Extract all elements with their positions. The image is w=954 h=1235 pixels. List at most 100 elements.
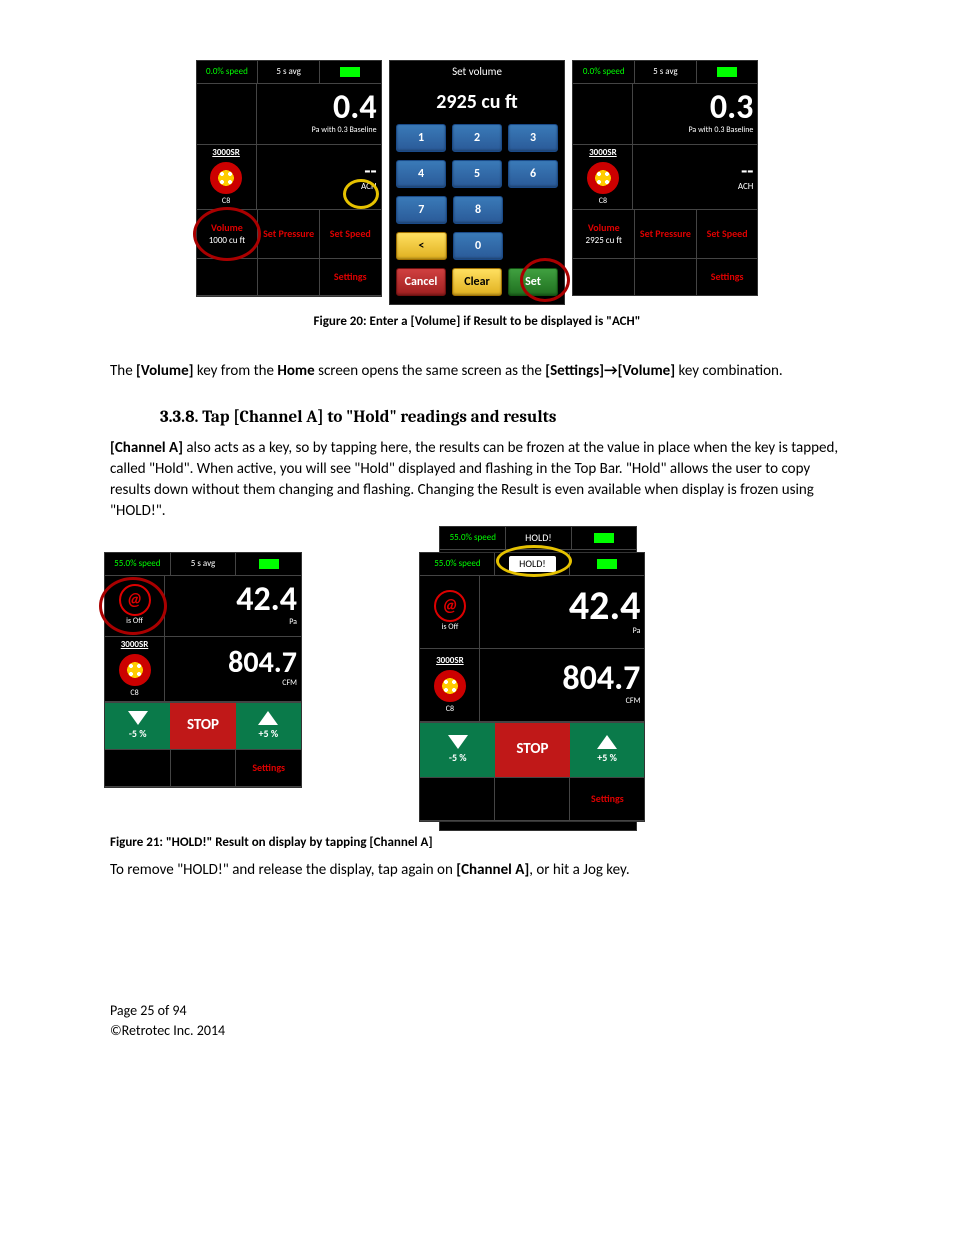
set-pressure-button[interactable]: Set Pressure bbox=[258, 210, 320, 258]
channel-b-value: 804.7 bbox=[562, 662, 640, 696]
jog-up-button[interactable]: +5 % bbox=[570, 723, 645, 777]
speed-label: 0.0% speed bbox=[197, 61, 259, 83]
key-0[interactable]: 0 bbox=[453, 232, 504, 260]
keypad-title: Set volume bbox=[390, 61, 564, 86]
paragraph-remove-hold: To remove "HOLD!" and release the displa… bbox=[110, 860, 844, 881]
key-1[interactable]: 1 bbox=[396, 124, 446, 152]
set-speed-button[interactable]: Set Speed bbox=[320, 210, 381, 258]
set-speed-button[interactable]: Set Speed bbox=[697, 210, 758, 258]
model-label: 3000SR bbox=[436, 655, 464, 668]
channel-b-unit: ACH bbox=[738, 181, 754, 194]
channel-b-unit: CFM bbox=[282, 678, 297, 689]
hold-label: HOLD! bbox=[495, 553, 570, 575]
channel-a-value: 0.3 bbox=[710, 91, 754, 125]
footer-page: Page 25 of 94 bbox=[110, 1001, 844, 1021]
channel-a-value: 42.4 bbox=[236, 583, 297, 617]
key-5[interactable]: 5 bbox=[452, 160, 502, 188]
fan-icon bbox=[434, 670, 466, 702]
key-8[interactable]: 8 bbox=[453, 196, 504, 224]
at-label: is Off bbox=[126, 616, 143, 627]
channel-a-sub: Pa with 0.3 Baseline bbox=[688, 125, 753, 136]
channel-b[interactable]: 3000SR C8 -- ACH bbox=[573, 145, 757, 210]
channel-a-value: 42.4 bbox=[569, 586, 641, 626]
channel-b-value: 804.7 bbox=[228, 648, 297, 678]
range-label: C8 bbox=[599, 196, 607, 207]
key-6[interactable]: 6 bbox=[508, 160, 558, 188]
hold-label-dark: HOLD! bbox=[506, 527, 572, 549]
at-icon: @ bbox=[119, 584, 151, 616]
fan-icon bbox=[119, 654, 151, 686]
channel-b[interactable]: 3000SR C8 804.7 CFM bbox=[420, 649, 644, 722]
channel-a-sub: Pa with 0.3 Baseline bbox=[312, 125, 377, 136]
speed-label: 0.0% speed bbox=[573, 61, 635, 83]
model-label: 3000SR bbox=[121, 639, 149, 652]
channel-a[interactable]: 0.3 Pa with 0.3 Baseline bbox=[573, 84, 757, 145]
device-keypad: Set volume 2925 cu ft 1 2 3 4 5 6 7 8 < … bbox=[389, 60, 565, 305]
figure-21: 55.0% speed 5 s avg @ is Off 42.4 Pa 300… bbox=[110, 552, 844, 822]
at-icon: @ bbox=[434, 590, 466, 622]
settings-button[interactable]: Settings bbox=[570, 778, 644, 820]
settings-button[interactable]: Settings bbox=[236, 750, 301, 786]
key-7[interactable]: 7 bbox=[396, 196, 447, 224]
channel-b-value: -- bbox=[741, 161, 753, 181]
channel-a[interactable]: @ is Off 42.4 Pa bbox=[105, 576, 301, 637]
cancel-button[interactable]: Cancel bbox=[396, 268, 446, 296]
avg-label: 5 s avg bbox=[258, 61, 320, 83]
volume-button[interactable]: Volume 2925 cu ft bbox=[573, 210, 635, 258]
channel-a[interactable]: 0.4 Pa with 0.3 Baseline bbox=[197, 84, 381, 145]
speed-label: 55.0% speed bbox=[440, 527, 506, 549]
settings-button[interactable]: Settings bbox=[320, 259, 381, 295]
set-button[interactable]: Set bbox=[508, 268, 558, 296]
channel-b-unit: ACH bbox=[361, 181, 377, 194]
at-label: is Off bbox=[442, 622, 459, 633]
model-label: 3000SR bbox=[589, 147, 617, 160]
fan-icon bbox=[587, 162, 619, 194]
device-home-after: 0.0% speed 5 s avg 0.3 Pa with 0.3 Basel… bbox=[572, 60, 758, 296]
battery-icon bbox=[572, 527, 637, 549]
paragraph-hold: [Channel A] also acts as a key, so by ta… bbox=[110, 438, 844, 522]
battery-icon bbox=[697, 61, 758, 83]
device-home-before: 0.0% speed 5 s avg 0.4 Pa with 0.3 Basel… bbox=[196, 60, 382, 297]
channel-a-unit: Pa bbox=[633, 626, 641, 637]
stop-button[interactable]: STOP bbox=[495, 723, 570, 777]
range-label: C8 bbox=[446, 704, 454, 715]
channel-b-unit: CFM bbox=[626, 696, 641, 707]
settings-button[interactable]: Settings bbox=[697, 259, 758, 295]
figure-20: 0.0% speed 5 s avg 0.4 Pa with 0.3 Basel… bbox=[110, 60, 844, 305]
avg-label: 5 s avg bbox=[171, 553, 237, 575]
model-label: 3000SR bbox=[212, 147, 240, 160]
stop-button[interactable]: STOP bbox=[170, 703, 235, 749]
clear-button[interactable]: Clear bbox=[452, 268, 502, 296]
section-heading: 3.3.8. Tap [Channel A] to "Hold" reading… bbox=[160, 406, 844, 430]
battery-icon bbox=[570, 553, 644, 575]
channel-b[interactable]: 3000SR C8 -- ACH bbox=[197, 145, 381, 210]
avg-label: 5 s avg bbox=[635, 61, 697, 83]
range-label: C8 bbox=[130, 688, 138, 699]
range-label: C8 bbox=[222, 196, 230, 207]
jog-up-button[interactable]: +5 % bbox=[236, 703, 301, 749]
keypad-value: 2925 cu ft bbox=[390, 86, 564, 120]
jog-down-button[interactable]: -5 % bbox=[420, 723, 495, 777]
jog-down-button[interactable]: -5 % bbox=[105, 703, 170, 749]
device-hold-front: 55.0% speed HOLD! @ is Off 42.4 Pa 3000S… bbox=[419, 552, 645, 822]
page-footer: Page 25 of 94 ©Retrotec Inc. 2014 bbox=[110, 1001, 844, 1040]
key-2[interactable]: 2 bbox=[452, 124, 502, 152]
channel-a-value: 0.4 bbox=[333, 91, 377, 125]
key-3[interactable]: 3 bbox=[508, 124, 558, 152]
channel-a[interactable]: @ is Off 42.4 Pa bbox=[420, 576, 644, 649]
channel-b-value: -- bbox=[364, 161, 376, 181]
key-back[interactable]: < bbox=[396, 232, 447, 260]
channel-a-unit: Pa bbox=[289, 617, 297, 628]
battery-icon bbox=[236, 553, 301, 575]
key-4[interactable]: 4 bbox=[396, 160, 446, 188]
battery-icon bbox=[320, 61, 381, 83]
speed-label: 55.0% speed bbox=[105, 553, 171, 575]
device-hold-before: 55.0% speed 5 s avg @ is Off 42.4 Pa 300… bbox=[104, 552, 302, 788]
set-pressure-button[interactable]: Set Pressure bbox=[635, 210, 697, 258]
figure-21-caption: Figure 21: "HOLD!" Result on display by … bbox=[110, 834, 844, 852]
volume-button[interactable]: Volume 1000 cu ft bbox=[197, 210, 259, 258]
footer-copyright: ©Retrotec Inc. 2014 bbox=[110, 1021, 844, 1041]
channel-b[interactable]: 3000SR C8 804.7 CFM bbox=[105, 637, 301, 702]
paragraph-volume-key: The [Volume] key from the Home screen op… bbox=[110, 361, 844, 382]
figure-20-caption: Figure 20: Enter a [Volume] if Result to… bbox=[110, 313, 844, 331]
